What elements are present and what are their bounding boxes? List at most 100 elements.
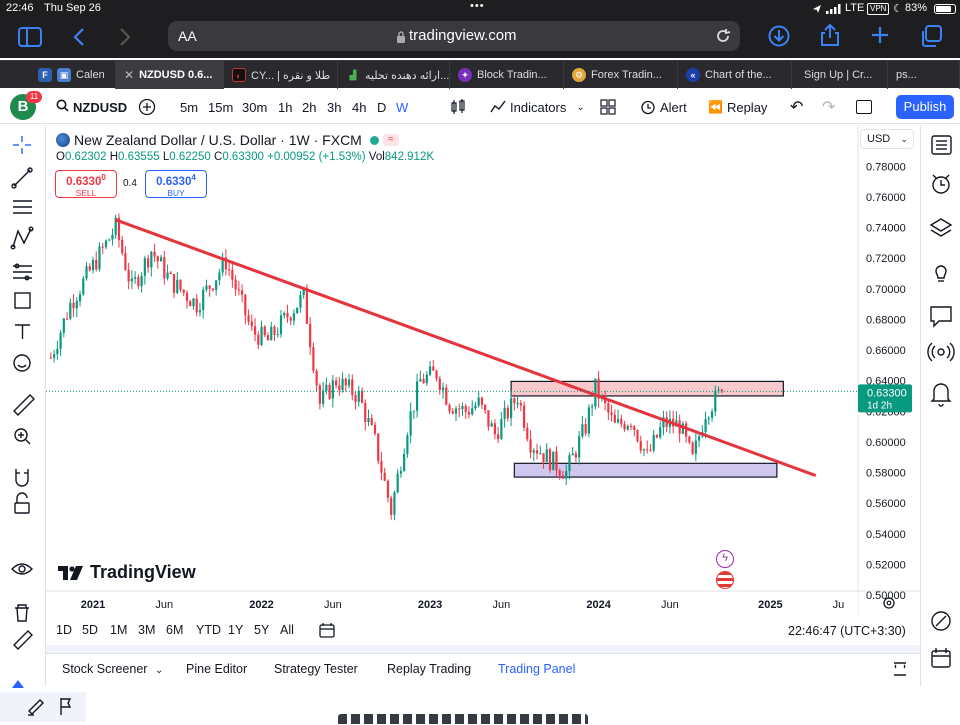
candle-body[interactable] — [82, 278, 85, 295]
candle-body[interactable] — [571, 453, 574, 456]
candle-body[interactable] — [292, 313, 296, 321]
data-delay-icon[interactable]: ≈ — [382, 134, 399, 146]
dom-icon[interactable] — [931, 611, 951, 631]
tab-pine-editor[interactable]: Pine Editor — [186, 662, 247, 676]
candle-body[interactable] — [367, 418, 370, 422]
flag-tool-icon[interactable] — [58, 696, 74, 721]
candle-body[interactable] — [428, 366, 432, 375]
range-5y[interactable]: 5Y — [254, 623, 280, 637]
candle-body[interactable] — [360, 390, 364, 403]
range-1d[interactable]: 1D — [56, 623, 82, 637]
interval-30m[interactable]: 30m — [242, 90, 267, 124]
candle-body[interactable] — [334, 380, 338, 386]
candle-body[interactable] — [620, 418, 623, 425]
candle-body[interactable] — [633, 426, 636, 430]
range-all[interactable]: All — [280, 623, 306, 637]
candle-body[interactable] — [312, 347, 315, 371]
candle-body[interactable] — [65, 318, 69, 320]
candle-body[interactable] — [176, 279, 179, 293]
candle-body[interactable] — [425, 374, 428, 384]
candle-body[interactable] — [380, 461, 383, 473]
candle-body[interactable] — [451, 411, 454, 414]
panel-divider[interactable] — [46, 645, 920, 653]
magnet-icon[interactable] — [15, 469, 29, 487]
tradingview-watermark[interactable]: TradingView — [58, 562, 196, 583]
candle-body[interactable] — [185, 292, 189, 302]
interval-15m[interactable]: 15m — [208, 90, 233, 124]
back-icon[interactable] — [72, 27, 86, 52]
candle-body[interactable] — [85, 266, 88, 279]
candle-body[interactable] — [490, 423, 493, 427]
candle-body[interactable] — [416, 381, 419, 411]
candle-body[interactable] — [56, 348, 59, 355]
candle-body[interactable] — [111, 234, 114, 240]
indicators-button[interactable]: Indicators ⌄ — [490, 90, 585, 124]
text-size-button[interactable]: AA — [178, 28, 197, 44]
alert-button[interactable]: Alert — [640, 90, 687, 124]
axis-settings-gear-icon[interactable] — [882, 596, 896, 610]
emoji-icon[interactable] — [13, 354, 31, 372]
expand-arrow-icon[interactable] — [12, 680, 24, 688]
candle-body[interactable] — [519, 403, 522, 406]
tab-calendar[interactable]: F ▣ Calen — [30, 61, 116, 89]
chat-icon[interactable] — [930, 306, 952, 328]
symbol-search[interactable]: NZDUSD — [56, 90, 127, 124]
candle-body[interactable] — [594, 378, 597, 407]
candle-body[interactable] — [273, 326, 276, 335]
candle-body[interactable] — [555, 451, 558, 471]
candle-body[interactable] — [143, 258, 146, 276]
candle-body[interactable] — [134, 277, 137, 279]
candle-body[interactable] — [445, 387, 448, 405]
candle-body[interactable] — [322, 390, 325, 404]
candle-body[interactable] — [535, 450, 539, 454]
candle-body[interactable] — [396, 473, 399, 493]
candle-body[interactable] — [205, 285, 208, 290]
fib-retracement-icon[interactable] — [13, 200, 32, 214]
candle-body[interactable] — [497, 434, 500, 440]
candle-body[interactable] — [642, 449, 646, 451]
candle-body[interactable] — [513, 398, 516, 404]
candle-body[interactable] — [506, 407, 509, 419]
close-icon[interactable]: ✕ — [124, 68, 134, 82]
candle-body[interactable] — [561, 475, 565, 479]
candle-body[interactable] — [250, 321, 253, 327]
candle-body[interactable] — [510, 398, 513, 419]
candle-body[interactable] — [159, 257, 163, 262]
candle-body[interactable] — [286, 312, 289, 318]
currency-select[interactable]: USD ⌄ — [860, 129, 914, 149]
candle-body[interactable] — [189, 301, 192, 307]
candle-body[interactable] — [568, 455, 571, 472]
alerts-clock-icon[interactable] — [932, 174, 950, 194]
candle-body[interactable] — [704, 419, 707, 433]
candle-body[interactable] — [694, 440, 697, 454]
candle-body[interactable] — [270, 326, 273, 341]
candle-body[interactable] — [231, 270, 234, 280]
candle-body[interactable] — [629, 425, 633, 427]
tab-replay-trading[interactable]: Replay Trading — [387, 662, 471, 676]
watchlist-icon[interactable] — [931, 135, 952, 155]
candle-body[interactable] — [545, 449, 548, 462]
candle-body[interactable] — [98, 246, 101, 270]
candle-body[interactable] — [163, 257, 166, 279]
candle-body[interactable] — [652, 434, 655, 451]
candle-body[interactable] — [373, 424, 377, 434]
publish-button[interactable]: Publish — [896, 95, 954, 119]
pencil-icon[interactable] — [13, 630, 33, 650]
candle-body[interactable] — [195, 298, 198, 313]
candle-body[interactable] — [172, 274, 176, 293]
candle-body[interactable] — [299, 295, 302, 308]
candle-body[interactable] — [263, 326, 266, 336]
candle-body[interactable] — [153, 251, 156, 257]
range-6m[interactable]: 6M — [166, 623, 196, 637]
candle-body[interactable] — [127, 269, 130, 282]
buy-button[interactable]: 0.63304 BUY — [145, 170, 207, 198]
chart-pane[interactable]: 0.50000 0.52000 0.54000 0.56000 0.58000 0.600… — [46, 125, 920, 645]
candle-body[interactable] — [289, 317, 292, 321]
tab-gold-silver[interactable]: ◐ CY... | طلا و نقره — [224, 61, 338, 89]
interval-d[interactable]: D — [377, 90, 386, 124]
candle-body[interactable] — [565, 471, 568, 479]
sidebar-icon[interactable] — [18, 27, 42, 52]
candle-body[interactable] — [237, 289, 240, 291]
candle-body[interactable] — [121, 239, 124, 254]
chart-type-button[interactable] — [450, 90, 466, 124]
